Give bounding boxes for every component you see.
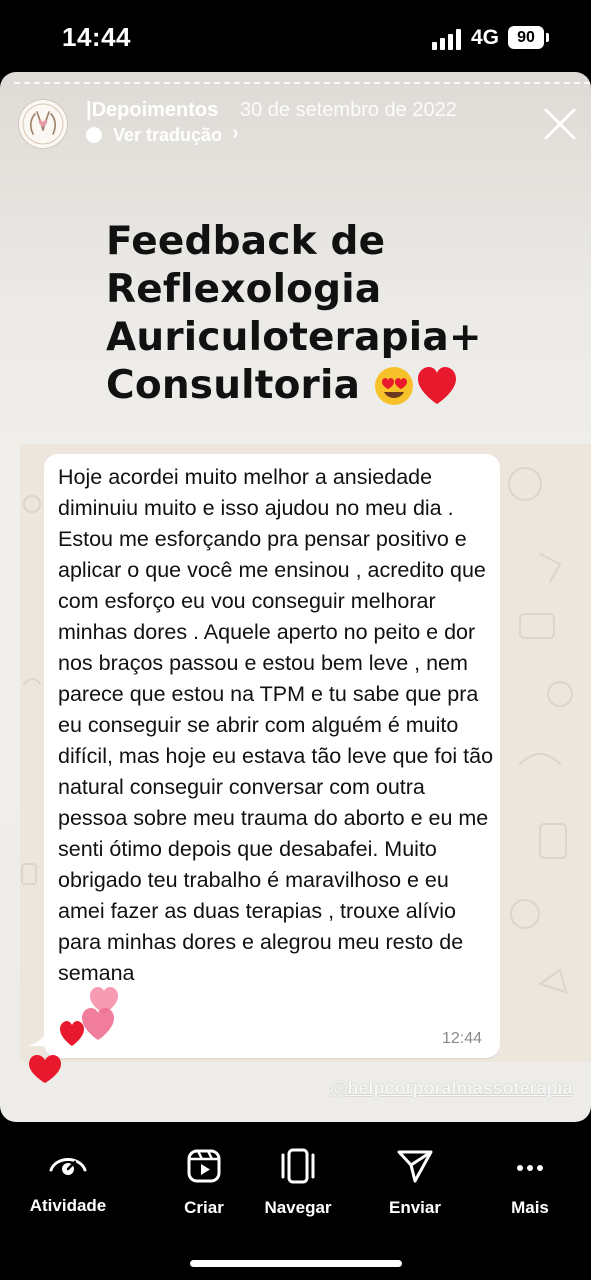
battery-tip — [546, 33, 549, 42]
nav-more-label: Mais — [511, 1198, 549, 1217]
hands-logo-icon — [22, 103, 64, 145]
story-author[interactable]: |Depoimentos — [86, 99, 218, 122]
heart-reaction-icon[interactable] — [28, 1054, 62, 1084]
browse-carousel-icon — [281, 1148, 315, 1184]
headline-line-4: Consultoria — [106, 362, 482, 410]
headline: Feedback de Reflexologia Auriculoterapia… — [106, 218, 482, 410]
story-date: 30 de setembro de 2022 — [240, 99, 457, 121]
chat-screenshot: Hoje acordei muito melhor a ansiedade di… — [20, 444, 591, 1062]
close-icon[interactable] — [541, 105, 579, 143]
red-heart-emoji-icon — [418, 367, 457, 404]
headline-line-4-text: Consultoria — [106, 363, 361, 408]
battery-indicator: 90 — [508, 26, 544, 49]
signal-bars-icon — [432, 28, 462, 50]
create-reel-icon — [187, 1149, 221, 1183]
floating-hearts-icon — [60, 987, 118, 1046]
activity-eye-icon — [49, 1158, 87, 1175]
send-paper-plane-icon — [397, 1150, 433, 1183]
translate-label: Ver tradução — [113, 125, 223, 145]
status-bar: 14:44 4G 90 — [0, 0, 591, 72]
story-viewer[interactable]: |Depoimentos 30 de setembro de 2022 Ver … — [0, 72, 591, 1122]
nav-more[interactable]: Mais — [475, 1148, 585, 1218]
bubble-tail — [28, 1022, 56, 1046]
nav-activity-label: Atividade — [29, 1196, 107, 1215]
heart-eyes-emoji-icon — [375, 367, 414, 405]
headline-line-1: Feedback de — [106, 219, 386, 264]
home-indicator[interactable] — [190, 1260, 402, 1267]
nav-send-label: Enviar — [389, 1198, 441, 1217]
message-time: 12:44 — [442, 1030, 483, 1047]
message-bubble[interactable]: Hoje acordei muito melhor a ansiedade di… — [44, 454, 500, 1058]
bottom-nav: Atividade Criar Navegar Enviar Mais — [0, 1130, 591, 1280]
nav-send[interactable]: Enviar — [360, 1148, 470, 1218]
story-progress-bar — [14, 82, 590, 87]
network-type: 4G — [471, 26, 500, 49]
nav-browse-label: Navegar — [264, 1198, 332, 1217]
avatar[interactable] — [18, 99, 68, 149]
status-time: 14:44 — [62, 22, 131, 52]
nav-activity[interactable]: Atividade — [13, 1148, 123, 1216]
translate-dot-icon — [86, 127, 102, 143]
nav-browse[interactable]: Navegar — [243, 1148, 353, 1218]
message-text: Hoje acordei muito melhor a ansiedade di… — [58, 465, 494, 985]
mention-sticker[interactable]: @helpcorporalmassoterapia — [330, 1078, 573, 1099]
headline-line-3: Auriculoterapia+ — [106, 315, 482, 360]
headline-line-2: Reflexologia — [106, 267, 382, 312]
more-dots-icon — [517, 1165, 543, 1171]
chevron-right-icon: › — [232, 122, 239, 144]
